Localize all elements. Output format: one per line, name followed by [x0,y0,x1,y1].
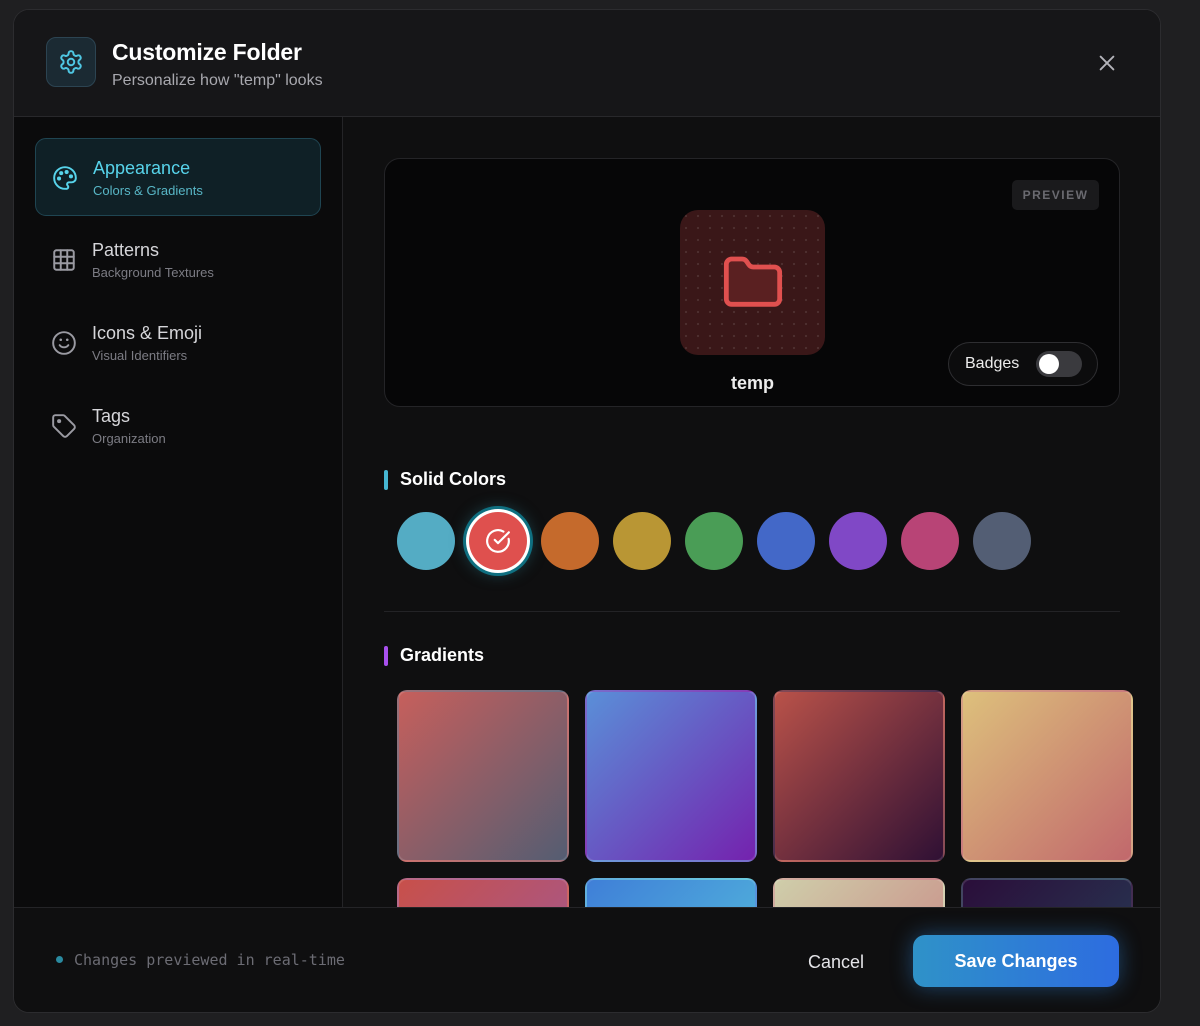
tag-icon [52,414,76,438]
gradient-swatch[interactable] [773,690,945,862]
sidebar-item-label: Icons & Emoji [92,323,203,343]
color-swatch[interactable] [685,512,743,570]
preview-badge: PREVIEW [1012,180,1099,210]
cancel-button[interactable]: Cancel [786,937,886,987]
customize-folder-dialog: Customize Folder Personalize how "temp" … [13,9,1161,1013]
section-accent-bar [384,646,388,666]
color-swatch[interactable] [973,512,1031,570]
dialog-footer: Changes previewed in real-time Cancel Sa… [14,907,1160,1012]
section-title: Solid Colors [400,469,507,489]
palette-icon [53,166,77,190]
gear-icon [46,37,96,87]
color-swatch[interactable] [613,512,671,570]
color-swatch[interactable] [757,512,815,570]
sidebar-item-sublabel: Background Textures [92,265,214,280]
dialog-title: Customize Folder [112,39,302,65]
sidebar-item-icons-emoji[interactable]: Icons & Emoji Visual Identifiers [35,304,321,382]
gradient-swatch[interactable] [585,690,757,862]
color-swatch[interactable] [469,512,527,570]
close-button[interactable] [1092,48,1122,78]
badges-switch[interactable] [1036,351,1082,377]
section-title: Gradients [400,645,485,665]
close-icon [1099,55,1115,71]
dialog-subtitle: Personalize how "temp" looks [112,72,323,89]
grid-icon [53,249,75,271]
sidebar-item-patterns[interactable]: Patterns Background Textures [35,221,321,299]
sidebar-item-label: Tags [92,406,131,426]
gradient-swatch[interactable] [961,878,1133,907]
sidebar-item-sublabel: Visual Identifiers [92,348,188,363]
color-swatch[interactable] [901,512,959,570]
color-swatch[interactable] [397,512,455,570]
smiley-icon [52,331,76,355]
folder-tile [680,210,825,355]
gradient-swatch[interactable] [397,690,569,862]
appearance-panel: PREVIEW temp Badges Solid Colors Gradien [344,117,1160,907]
color-swatch[interactable] [541,512,599,570]
section-divider [384,611,1120,612]
sidebar-item-label: Patterns [92,240,160,260]
folder-name: temp [730,373,774,393]
sidebar-item-appearance[interactable]: Appearance Colors & Gradients [35,138,321,216]
dialog-header: Customize Folder Personalize how "temp" … [14,10,1160,117]
badges-label: Badges [965,355,1020,372]
sidebar-item-label: Appearance [93,158,191,178]
gradient-swatch[interactable] [961,690,1133,862]
footer-note: Changes previewed in real-time [74,951,345,969]
status-dot [56,956,63,963]
color-swatch[interactable] [829,512,887,570]
save-button[interactable]: Save Changes [913,935,1119,987]
sidebar-item-sublabel: Organization [92,431,166,446]
badges-toggle[interactable]: Badges [948,342,1098,386]
folder-icon [723,256,782,307]
folder-preview: PREVIEW temp Badges [384,158,1120,407]
gradient-swatch[interactable] [585,878,757,907]
gradient-swatch[interactable] [397,878,569,907]
gradient-swatch[interactable] [773,878,945,907]
sidebar-item-sublabel: Colors & Gradients [93,183,203,198]
switch-knob [1039,354,1059,374]
sidebar: Appearance Colors & Gradients Patterns B… [14,117,343,907]
check-circle-icon [486,529,510,553]
sidebar-item-tags[interactable]: Tags Organization [35,387,321,465]
section-accent-bar [384,470,388,490]
